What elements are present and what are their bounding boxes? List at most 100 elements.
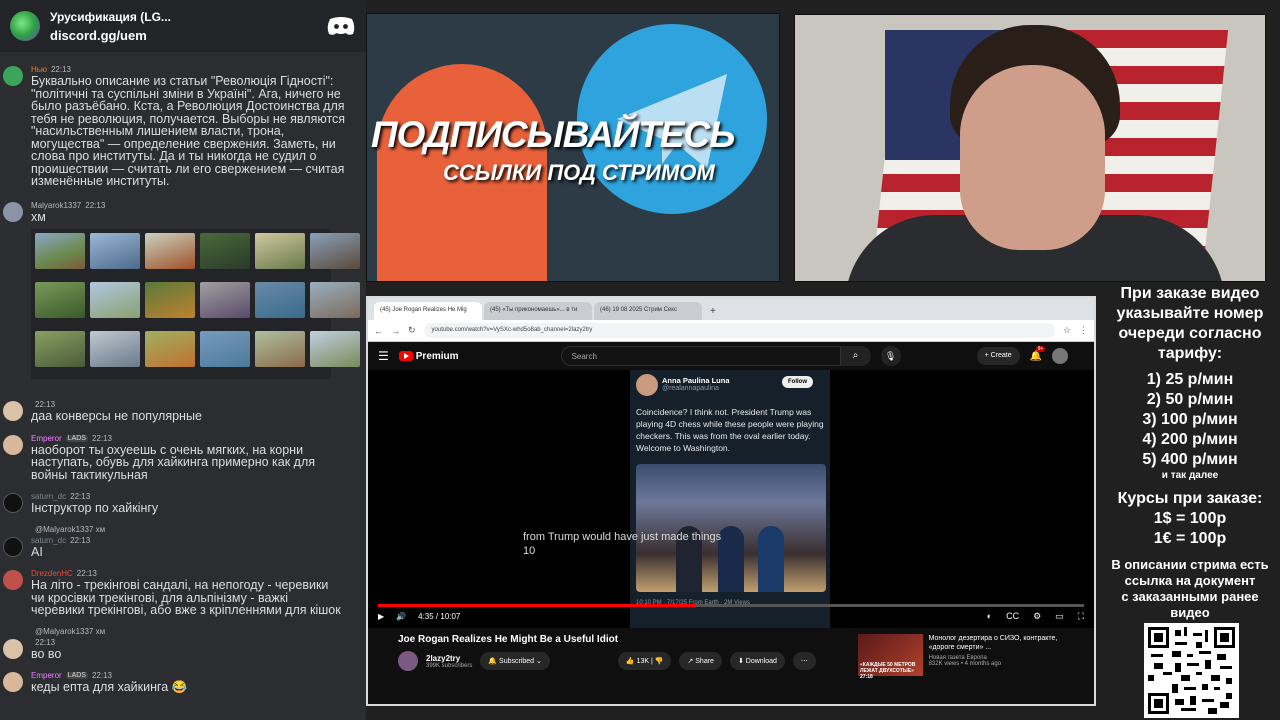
image-thumbnail[interactable] xyxy=(145,331,195,375)
bookmark-icon[interactable]: ☆ xyxy=(1063,325,1071,336)
chat-message: Нью 22:13 Буквально описание из статьи "Р… xyxy=(0,52,366,192)
tariff-line: 5) 400 р/мин xyxy=(1142,451,1238,468)
tweet-follow-button: Follow xyxy=(782,376,813,388)
author-name: saturn_dc xyxy=(31,535,67,545)
logo-label: Premium xyxy=(415,350,459,362)
browser-tab[interactable]: (45) Joe Rogan Realizes He Mig xyxy=(374,302,482,320)
forward-icon[interactable]: → xyxy=(391,326,400,336)
volume-icon[interactable]: 🔊 xyxy=(396,612,406,621)
download-button[interactable]: ⬇ Download xyxy=(729,652,785,670)
browser-tab[interactable]: (45) «Ты прикономаешь»... в ти xyxy=(484,302,592,320)
promo-banner: ПОДПИСЫВАЙТЕСЬ ССЫЛКИ ПОД СТРИМОМ xyxy=(366,13,780,282)
download-label: Download xyxy=(745,658,777,665)
time-display: 4:35 / 10:07 xyxy=(418,611,461,621)
recommended-thumbnail[interactable]: «КАЖДЫЕ 50 МЕТРОВ ЛЕЖАТ ДВУХСОТЫЕ» 27:18 xyxy=(858,634,923,680)
timestamp: 22:13 xyxy=(70,535,91,545)
stream-layout: Урусификация (LG... discord.gg/uem Нью 22… xyxy=(0,0,1280,720)
discord-header: Урусификация (LG... discord.gg/uem xyxy=(0,0,366,52)
video-caption: from Trump would have just made things 1… xyxy=(523,530,721,558)
new-tab-button[interactable]: + xyxy=(704,306,722,320)
create-button[interactable]: + Create xyxy=(976,347,1020,365)
image-thumbnail[interactable] xyxy=(200,233,250,277)
message-line: кеды епта для хайкинга 😂 xyxy=(31,680,188,694)
fullscreen-icon[interactable]: ⛶ xyxy=(1078,611,1084,622)
more-actions-button[interactable]: ⋯ xyxy=(792,652,816,670)
image-thumbnail[interactable] xyxy=(145,282,195,326)
chat-message: Emperor LADS 22:13 кеды епта для хайкинга … xyxy=(0,668,366,698)
invite-link[interactable]: discord.gg/uem xyxy=(50,28,326,43)
recommended-video[interactable]: «КАЖДЫЕ 50 МЕТРОВ ЛЕЖАТ ДВУХСОТЫЕ» 27:18… xyxy=(858,634,1068,680)
subscribed-button[interactable]: 🔔 Subscribed ⌄ xyxy=(480,652,550,670)
image-thumbnail[interactable] xyxy=(35,282,85,326)
image-thumbnail[interactable] xyxy=(255,331,305,375)
message-line: слова про институты. Да и ты никогда не … xyxy=(31,149,317,163)
theater-icon[interactable]: ▭ xyxy=(1055,611,1064,622)
notifications-icon[interactable]: 🔔 9+ xyxy=(1030,345,1046,362)
tweet-photo xyxy=(636,464,826,592)
channel-name[interactable]: 2lazy2try xyxy=(426,654,472,663)
author-name: Emperor xyxy=(31,671,62,680)
chat-message: 22:13 даа конверсы не популярные xyxy=(0,397,366,427)
browser-tab[interactable]: (46) 19 08 2025 Стрим Секс xyxy=(594,302,702,320)
order-text-line: очереди согласно xyxy=(1118,325,1262,342)
image-thumbnail[interactable] xyxy=(90,331,140,375)
timestamp: 22:13 xyxy=(35,637,56,647)
image-thumbnail[interactable] xyxy=(90,233,140,277)
captions-icon[interactable]: CC xyxy=(1006,611,1019,622)
description-line: ссылка на документ xyxy=(1124,573,1256,588)
youtube-logo[interactable]: Premium xyxy=(398,350,459,362)
channel-avatar[interactable] xyxy=(398,651,418,671)
timestamp: 22:13 xyxy=(35,400,56,409)
url-bar[interactable]: youtube.com/watch?v=VySXc-whd5o8ab_chann… xyxy=(423,323,1055,338)
image-thumbnail[interactable] xyxy=(90,282,140,326)
image-thumbnail[interactable] xyxy=(310,282,360,326)
autoplay-toggle[interactable]: ◐ xyxy=(987,611,992,622)
video-duration: 27:18 xyxy=(860,674,873,680)
image-thumbnail[interactable] xyxy=(200,331,250,375)
recommended-title[interactable]: Монолог дезертира о СИЗО, контракте, «до… xyxy=(929,634,1068,652)
description-line: В описании стрима есть xyxy=(1111,557,1269,572)
menu-icon[interactable]: ☰ xyxy=(378,349,389,363)
image-thumbnail[interactable] xyxy=(310,233,360,277)
chat-message: @Malyarok1337 хм 22:13 во во xyxy=(0,625,366,665)
promo-title: ПОДПИСЫВАЙТЕСЬ xyxy=(371,114,735,155)
order-text-line: При заказе видео xyxy=(1120,285,1260,302)
search-input[interactable]: Search xyxy=(560,346,841,366)
avatar xyxy=(3,638,23,659)
caption-line: 10 xyxy=(523,545,536,557)
chat-message: Emperor LADS 22:13 наоборот ты охуеешь с о… xyxy=(0,431,366,486)
message-line: Інструктор по хайкінгу xyxy=(31,501,159,515)
message-line: даа конверсы не популярные xyxy=(31,409,202,423)
subscribed-label: Subscribed xyxy=(499,658,535,665)
subscriber-count: 399K subscribers xyxy=(426,662,473,669)
chat-message: DrezdenHC 22:13 На літо - трекінгові санд… xyxy=(0,566,366,621)
image-thumbnail[interactable] xyxy=(255,282,305,326)
description-line: с заказанными ранее xyxy=(1121,589,1259,604)
message-line: изменённые институты. xyxy=(31,174,170,188)
message-line: во во xyxy=(31,646,62,661)
settings-icon[interactable]: ⚙ xyxy=(1033,611,1041,622)
microphone-icon[interactable]: 🎙 xyxy=(880,346,901,366)
reply-preview[interactable]: @Malyarok1337 хм xyxy=(31,627,362,637)
back-icon[interactable]: ← xyxy=(374,326,383,336)
reply-preview[interactable]: @Malyarok1337 хм xyxy=(31,525,362,535)
account-avatar[interactable] xyxy=(1052,348,1069,364)
image-attachment-grid[interactable] xyxy=(31,229,360,379)
search-icon[interactable]: ⌕ xyxy=(840,346,871,366)
image-thumbnail[interactable] xyxy=(310,331,360,375)
message-line: войны тактикульная xyxy=(31,467,148,482)
image-thumbnail[interactable] xyxy=(35,233,85,277)
like-button[interactable]: 👍 13K | 👎 xyxy=(617,652,672,670)
extensions-icon[interactable]: ⋮ xyxy=(1079,325,1088,336)
image-thumbnail[interactable] xyxy=(35,331,85,375)
image-thumbnail[interactable] xyxy=(255,233,305,277)
tariff-line: 4) 200 р/мин xyxy=(1142,431,1238,448)
play-icon[interactable]: ▶ xyxy=(378,612,384,621)
image-thumbnail[interactable] xyxy=(200,282,250,326)
reload-icon[interactable]: ↻ xyxy=(408,325,416,336)
video-player[interactable]: Anna Paulina Luna @realannapaulina Follo… xyxy=(368,370,1094,628)
image-thumbnail[interactable] xyxy=(145,233,195,277)
streamer-face xyxy=(960,65,1105,250)
share-button[interactable]: ↗ Share xyxy=(679,652,722,670)
video-details: Joe Rogan Realizes He Might Be a Useful … xyxy=(368,628,1094,680)
